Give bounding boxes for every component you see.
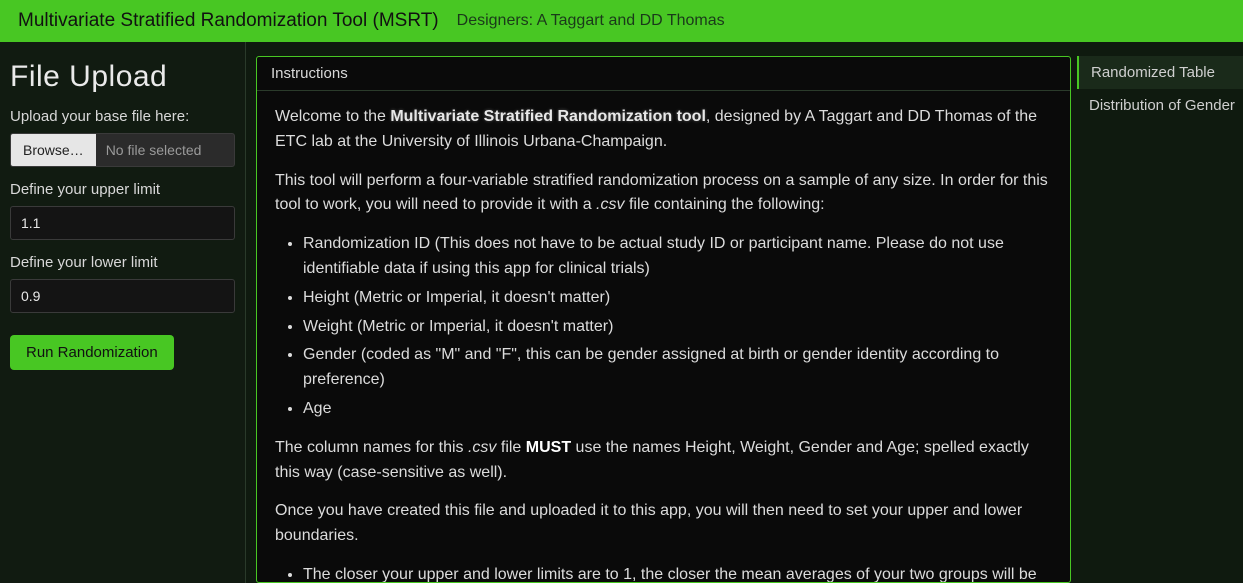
browse-button[interactable]: Browse… <box>11 134 96 166</box>
list-item: Randomization ID (This does not have to … <box>303 232 1052 282</box>
p3-pre: The column names for this <box>275 439 468 456</box>
main-area: Instructions Welcome to the Multivariate… <box>246 42 1243 583</box>
p3-mid: file <box>496 439 525 456</box>
instructions-panel-title: Instructions <box>257 57 1070 91</box>
right-tabs: Randomized Table Distribution of Gender <box>1077 42 1243 583</box>
list-item: Age <box>303 397 1052 422</box>
p3-must: MUST <box>526 439 571 456</box>
upper-limit-input[interactable] <box>10 206 235 240</box>
p2-post: file containing the following: <box>625 196 825 213</box>
list-item: Gender (coded as "M" and "F", this can b… <box>303 343 1052 393</box>
app-title: Multivariate Stratified Randomization To… <box>18 10 439 32</box>
tab-randomized-table[interactable]: Randomized Table <box>1077 56 1243 89</box>
list-item: Height (Metric or Imperial, it doesn't m… <box>303 286 1052 311</box>
file-status: No file selected <box>96 134 234 166</box>
intro-pre: Welcome to the <box>275 108 390 125</box>
list-item: The closer your upper and lower limits a… <box>303 563 1052 582</box>
lower-limit-input[interactable] <box>10 279 235 313</box>
requirements-paragraph: This tool will perform a four-variable s… <box>275 169 1052 219</box>
top-bar: Multivariate Stratified Randomization To… <box>0 0 1243 42</box>
bounds-list: The closer your upper and lower limits a… <box>303 563 1052 582</box>
intro-paragraph: Welcome to the Multivariate Stratified R… <box>275 105 1052 155</box>
upload-label: Upload your base file here: <box>10 108 235 125</box>
list-item: Weight (Metric or Imperial, it doesn't m… <box>303 315 1052 340</box>
instructions-panel: Instructions Welcome to the Multivariate… <box>256 56 1071 583</box>
upper-limit-label: Define your upper limit <box>10 181 235 198</box>
instructions-column: Instructions Welcome to the Multivariate… <box>246 42 1077 583</box>
requirements-list: Randomization ID (This does not have to … <box>303 232 1052 422</box>
column-names-paragraph: The column names for this .csv file MUST… <box>275 436 1052 486</box>
sidebar-heading: File Upload <box>10 60 235 94</box>
main-layout: File Upload Upload your base file here: … <box>0 42 1243 583</box>
file-input-row: Browse… No file selected <box>10 133 235 167</box>
tab-distribution-gender[interactable]: Distribution of Gender <box>1077 89 1243 122</box>
p3-csv: .csv <box>468 439 496 456</box>
p2-csv: .csv <box>596 196 624 213</box>
app-designers: Designers: A Taggart and DD Thomas <box>457 12 725 30</box>
bounds-paragraph: Once you have created this file and uplo… <box>275 499 1052 549</box>
lower-limit-label: Define your lower limit <box>10 254 235 271</box>
instructions-body[interactable]: Welcome to the Multivariate Stratified R… <box>257 91 1070 582</box>
run-randomization-button[interactable]: Run Randomization <box>10 335 174 370</box>
sidebar: File Upload Upload your base file here: … <box>0 42 246 583</box>
tool-name: Multivariate Stratified Randomization to… <box>390 108 706 125</box>
